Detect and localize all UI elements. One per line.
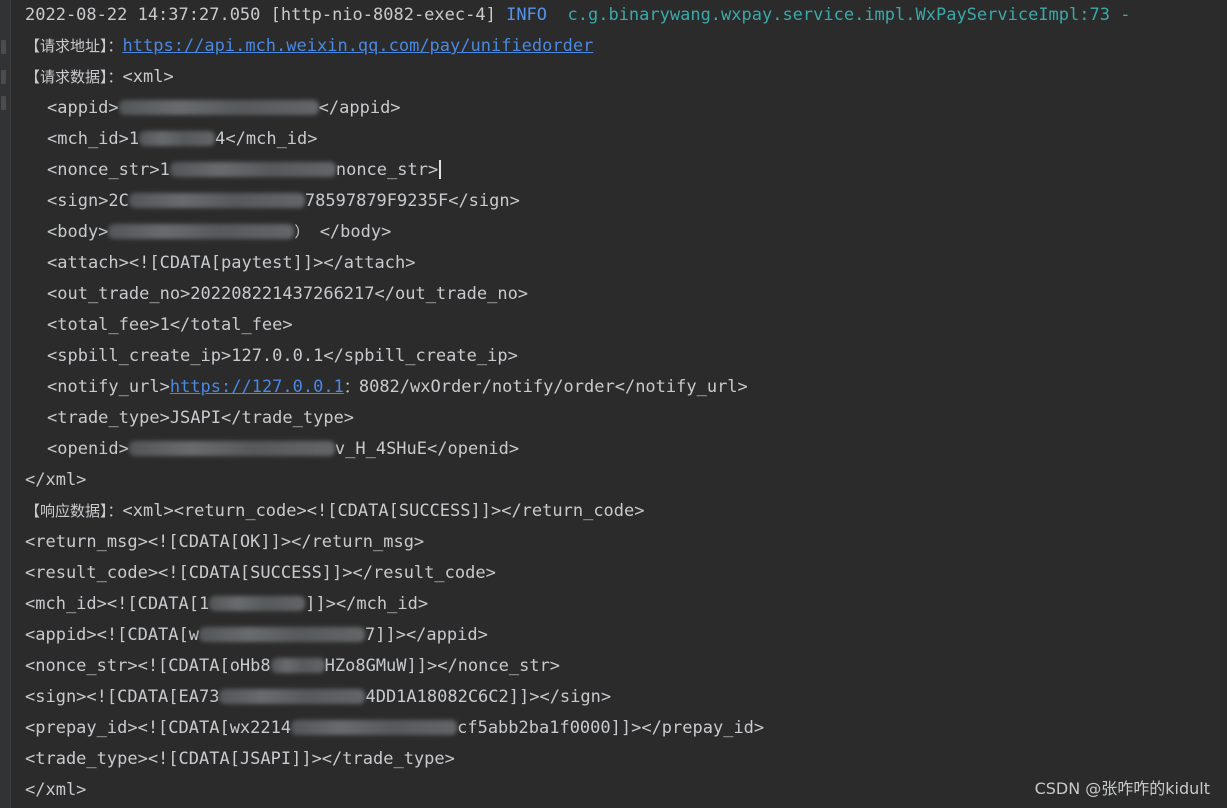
- xml-tag: <appid><![CDATA[w: [25, 625, 199, 645]
- visible-fragment: 1: [128, 129, 140, 149]
- console-output[interactable]: 2022-08-22 14:37:27.050 [http-nio-8082-e…: [25, 0, 1227, 806]
- response-prepay-id-line: <prepay_id><![CDATA[wx2214 cf5abb2ba1f000…: [25, 713, 1227, 744]
- xml-tag: <nonce_str>: [47, 160, 160, 180]
- redacted-blur: [270, 658, 325, 673]
- editor-gutter: [0, 0, 11, 808]
- xml-tag: <mch_id><![CDATA[1: [25, 594, 210, 614]
- redacted-blur: [209, 596, 306, 611]
- gutter-marker: [1, 96, 6, 110]
- xml-tag: </mch_id>: [225, 129, 318, 149]
- log-header-line: 2022-08-22 14:37:27.050 [http-nio-8082-e…: [25, 0, 1227, 31]
- xml-tag: </sign>: [448, 191, 520, 211]
- response-data-label: 【响应数据】：: [25, 502, 123, 520]
- xml-tag: <openid>: [47, 439, 129, 459]
- request-openid-line: <openid> v_H_4SHuE</openid>: [25, 434, 1227, 465]
- request-xml-open: <xml>: [122, 67, 174, 87]
- xml-tag: 7]]></appid>: [365, 625, 488, 645]
- visible-fragment: 4: [215, 129, 226, 149]
- visible-fragment: 78597879F9235F: [304, 191, 449, 211]
- visible-fragment: ）: [294, 223, 310, 241]
- log-level: INFO: [506, 5, 548, 25]
- redacted-blur: [118, 100, 319, 115]
- redacted-blur: [128, 441, 335, 456]
- log-logger: c.g.binarywang.wxpay.service.impl.WxPayS…: [567, 5, 1131, 25]
- redacted-blur: [199, 627, 365, 642]
- xml-tag: HZo8GMuW]]></nonce_str>: [324, 656, 561, 676]
- log-thread: [http-nio-8082-exec-4]: [270, 5, 496, 25]
- xml-tag: <nonce_str><![CDATA[oHb8: [25, 656, 271, 676]
- visible-fragment: 2C: [108, 191, 129, 211]
- response-sign-line: <sign><![CDATA[EA73 4DD1A18082C6C2]]></si…: [25, 682, 1227, 713]
- xml-tag: <xml><return_code><![CDATA[SUCCESS]]></r…: [122, 501, 645, 521]
- request-total-fee-line: <total_fee>1</total_fee>: [47, 315, 293, 335]
- xml-tag: nonce_str>: [335, 160, 439, 180]
- visible-fragment: v_H_4SHuE: [334, 439, 428, 459]
- xml-tag: </appid>: [318, 98, 401, 118]
- response-appid-line: <appid><![CDATA[w 7]]></appid>: [25, 620, 1227, 651]
- request-appid-line: <appid> </appid>: [25, 93, 1227, 124]
- redacted-blur: [169, 162, 336, 177]
- redacted-blur: [108, 224, 295, 239]
- xml-tag: <notify_url>: [47, 377, 170, 397]
- request-url-link[interactable]: https://api.mch.weixin.qq.com/pay/unifie…: [123, 36, 594, 56]
- redacted-blur: [291, 720, 458, 735]
- log-timestamp: 2022-08-22 14:37:27.050: [25, 5, 261, 25]
- request-body-line: <body> ） </body>: [25, 217, 1227, 248]
- request-spbill-create-ip-line: <spbill_create_ip>127.0.0.1</spbill_crea…: [47, 346, 518, 366]
- request-nonce-str-line: <nonce_str>1 nonce_str>: [25, 155, 1227, 186]
- xml-tag: </openid>: [427, 439, 520, 459]
- request-mch-id-line: <mch_id>1 4</mch_id>: [25, 124, 1227, 155]
- request-notify-url-line: <notify_url>https://127.0.0.1：8082/wxOrd…: [25, 372, 1227, 403]
- visible-fragment: 1: [159, 160, 170, 180]
- xml-tag: </notify_url>: [614, 377, 748, 397]
- redacted-blur: [219, 689, 366, 704]
- xml-tag: <appid>: [47, 98, 119, 118]
- request-trade-type-line: <trade_type>JSAPI</trade_type>: [47, 408, 355, 428]
- xml-tag: <prepay_id><![CDATA[wx2214: [25, 718, 292, 738]
- visible-fragment: 8082/wxOrder/notify/order: [358, 377, 615, 397]
- request-address-label: 【请求地址】：: [25, 37, 123, 55]
- csdn-watermark: CSDN @张咋咋的kidult: [1034, 779, 1210, 798]
- text-cursor: [439, 160, 442, 179]
- xml-tag: 4DD1A18082C6C2]]></sign>: [365, 687, 612, 707]
- xml-tag: ]]></mch_id>: [305, 594, 429, 614]
- response-data-line: 【响应数据】：<xml><return_code><![CDATA[SUCCES…: [25, 496, 1227, 527]
- notify-url-link[interactable]: https://127.0.0.1: [170, 377, 344, 397]
- xml-tag: <mch_id>: [47, 129, 129, 149]
- request-xml-close-line: </xml>: [25, 470, 87, 490]
- response-mch-id-line: <mch_id><![CDATA[1 ]]></mch_id>: [25, 589, 1227, 620]
- visible-fragment: ：: [343, 378, 359, 396]
- xml-tag: <body>: [47, 222, 109, 242]
- request-out-trade-no-line: <out_trade_no>202208221437266217</out_tr…: [47, 284, 529, 304]
- request-sign-line: <sign>2C 78597879F9235F</sign>: [25, 186, 1227, 217]
- xml-tag: <sign>: [47, 191, 109, 211]
- gutter-marker: [1, 70, 6, 84]
- response-return-msg-line: <return_msg><![CDATA[OK]]></return_msg>: [25, 532, 425, 552]
- request-address-line: 【请求地址】：https://api.mch.weixin.qq.com/pay…: [25, 31, 1227, 62]
- request-attach-line: <attach><![CDATA[paytest]]></attach>: [47, 253, 416, 273]
- request-data-label: 【请求数据】：: [25, 68, 123, 86]
- xml-tag: </body>: [319, 222, 392, 242]
- redacted-blur: [128, 193, 305, 208]
- gutter-marker: [1, 40, 6, 54]
- response-nonce-str-line: <nonce_str><![CDATA[oHb8 HZo8GMuW]]></non…: [25, 651, 1227, 682]
- request-data-line: 【请求数据】：<xml>: [25, 62, 1227, 93]
- xml-tag: cf5abb2ba1f0000]]></prepay_id>: [457, 718, 765, 738]
- response-result-code-line: <result_code><![CDATA[SUCCESS]]></result…: [25, 563, 496, 583]
- redacted-blur: [139, 131, 216, 146]
- response-trade-type-line: <trade_type><![CDATA[JSAPI]]></trade_typ…: [25, 749, 455, 769]
- xml-tag: <sign><![CDATA[EA73: [25, 687, 220, 707]
